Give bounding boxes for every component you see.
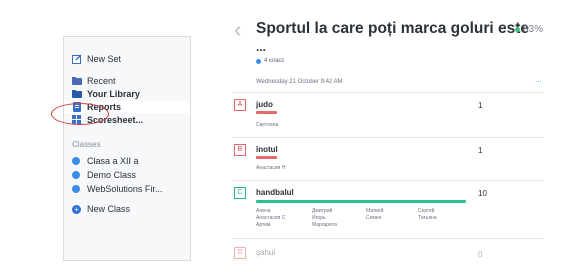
class-label: Demo Class [87, 170, 137, 180]
new-class-button[interactable]: + New Class [72, 203, 130, 215]
option-letter-a: A [234, 99, 246, 111]
respondent-name: Анастасия Н [256, 165, 286, 171]
clock-folder-icon [72, 76, 82, 86]
sidebar-item-label: Your Library [87, 89, 140, 99]
classes-heading: Classes [72, 140, 101, 149]
respondent-name: Маргарита [312, 222, 337, 228]
option-text: judo [256, 100, 273, 109]
option-count: 0 [478, 250, 483, 259]
option-respondents: Дмитрий Игорь Маргарита [312, 208, 337, 229]
option-count: 10 [478, 189, 487, 198]
sidebar-item-new-set[interactable]: New Set [72, 53, 121, 65]
option-respondents: Алена Анастасия С Артем [256, 208, 285, 229]
folder-icon [72, 89, 82, 99]
divider [232, 180, 544, 181]
class-dot-icon [72, 157, 80, 165]
respondent-name: Игорь [312, 215, 326, 221]
option-respondents: Светлана [256, 122, 278, 129]
score-dot-icon [515, 26, 520, 32]
option-bar [256, 200, 466, 203]
back-chevron-icon[interactable]: ‹ [234, 19, 241, 41]
option-text: înotul [256, 145, 278, 154]
option-respondents: Сергей Татьяна [418, 208, 437, 222]
class-item[interactable]: Clasa a XII a [72, 155, 139, 167]
question-title: Sportul la care poți marca goluri este [256, 20, 530, 37]
sidebar-item-recent[interactable]: Recent [72, 75, 116, 87]
question-title-ellipsis: ... [256, 40, 267, 54]
more-options-icon[interactable]: ... [535, 75, 542, 84]
class-item[interactable]: Demo Class [72, 169, 136, 181]
respondent-name: Светлана [256, 122, 279, 128]
divider [232, 92, 544, 93]
divider [232, 137, 544, 138]
respondent-name: Дмитрий [312, 208, 333, 214]
option-letter-c: C [234, 187, 246, 199]
respondent-name: Матвей [366, 208, 384, 214]
divider [232, 238, 544, 239]
respondent-name: Анастасия С [256, 215, 286, 221]
option-count: 1 [478, 146, 483, 155]
option-bar [256, 156, 277, 159]
respondent-name: Алена [256, 208, 271, 214]
class-tag-label: 4 класс [264, 58, 285, 64]
class-label: Clasa a XII a [87, 156, 139, 166]
respondent-name: Татьяна [418, 215, 437, 221]
sidebar-item-label: Recent [87, 76, 116, 86]
score-value: 83% [523, 24, 544, 35]
respondent-name: Сергей [418, 208, 435, 214]
class-dot-icon [72, 171, 80, 179]
option-respondents: Матвей Семен [366, 208, 383, 222]
option-count: 1 [478, 101, 483, 110]
option-text: şahul [256, 248, 276, 257]
option-bar [256, 111, 277, 114]
sidebar-item-label: New Set [87, 54, 122, 64]
option-text: handbalul [256, 188, 294, 197]
new-class-label: New Class [87, 204, 131, 214]
score-badge: 83% [515, 24, 543, 35]
class-dot-icon [256, 58, 261, 64]
highlight-circle [51, 103, 109, 125]
class-label: WebSolutions Fir... [87, 184, 163, 194]
respondent-name: Семен [366, 215, 382, 221]
class-item[interactable]: WebSolutions Fir... [72, 183, 162, 195]
pencil-icon [72, 54, 82, 64]
class-dot-icon [72, 185, 80, 193]
option-letter-b: B [234, 144, 246, 156]
respondent-name: Артем [256, 222, 271, 228]
sidebar-item-your-library[interactable]: Your Library [72, 88, 140, 100]
option-respondents: Анастасия Н [256, 165, 285, 172]
report-date: Wednesday 21 October 9:42 AM [256, 79, 343, 85]
plus-icon: + [72, 204, 81, 214]
class-tag: 4 класс [256, 58, 285, 64]
sidebar: New Set Recent Your Library Reports Scor… [63, 36, 191, 261]
option-letter-d: D [234, 247, 246, 259]
